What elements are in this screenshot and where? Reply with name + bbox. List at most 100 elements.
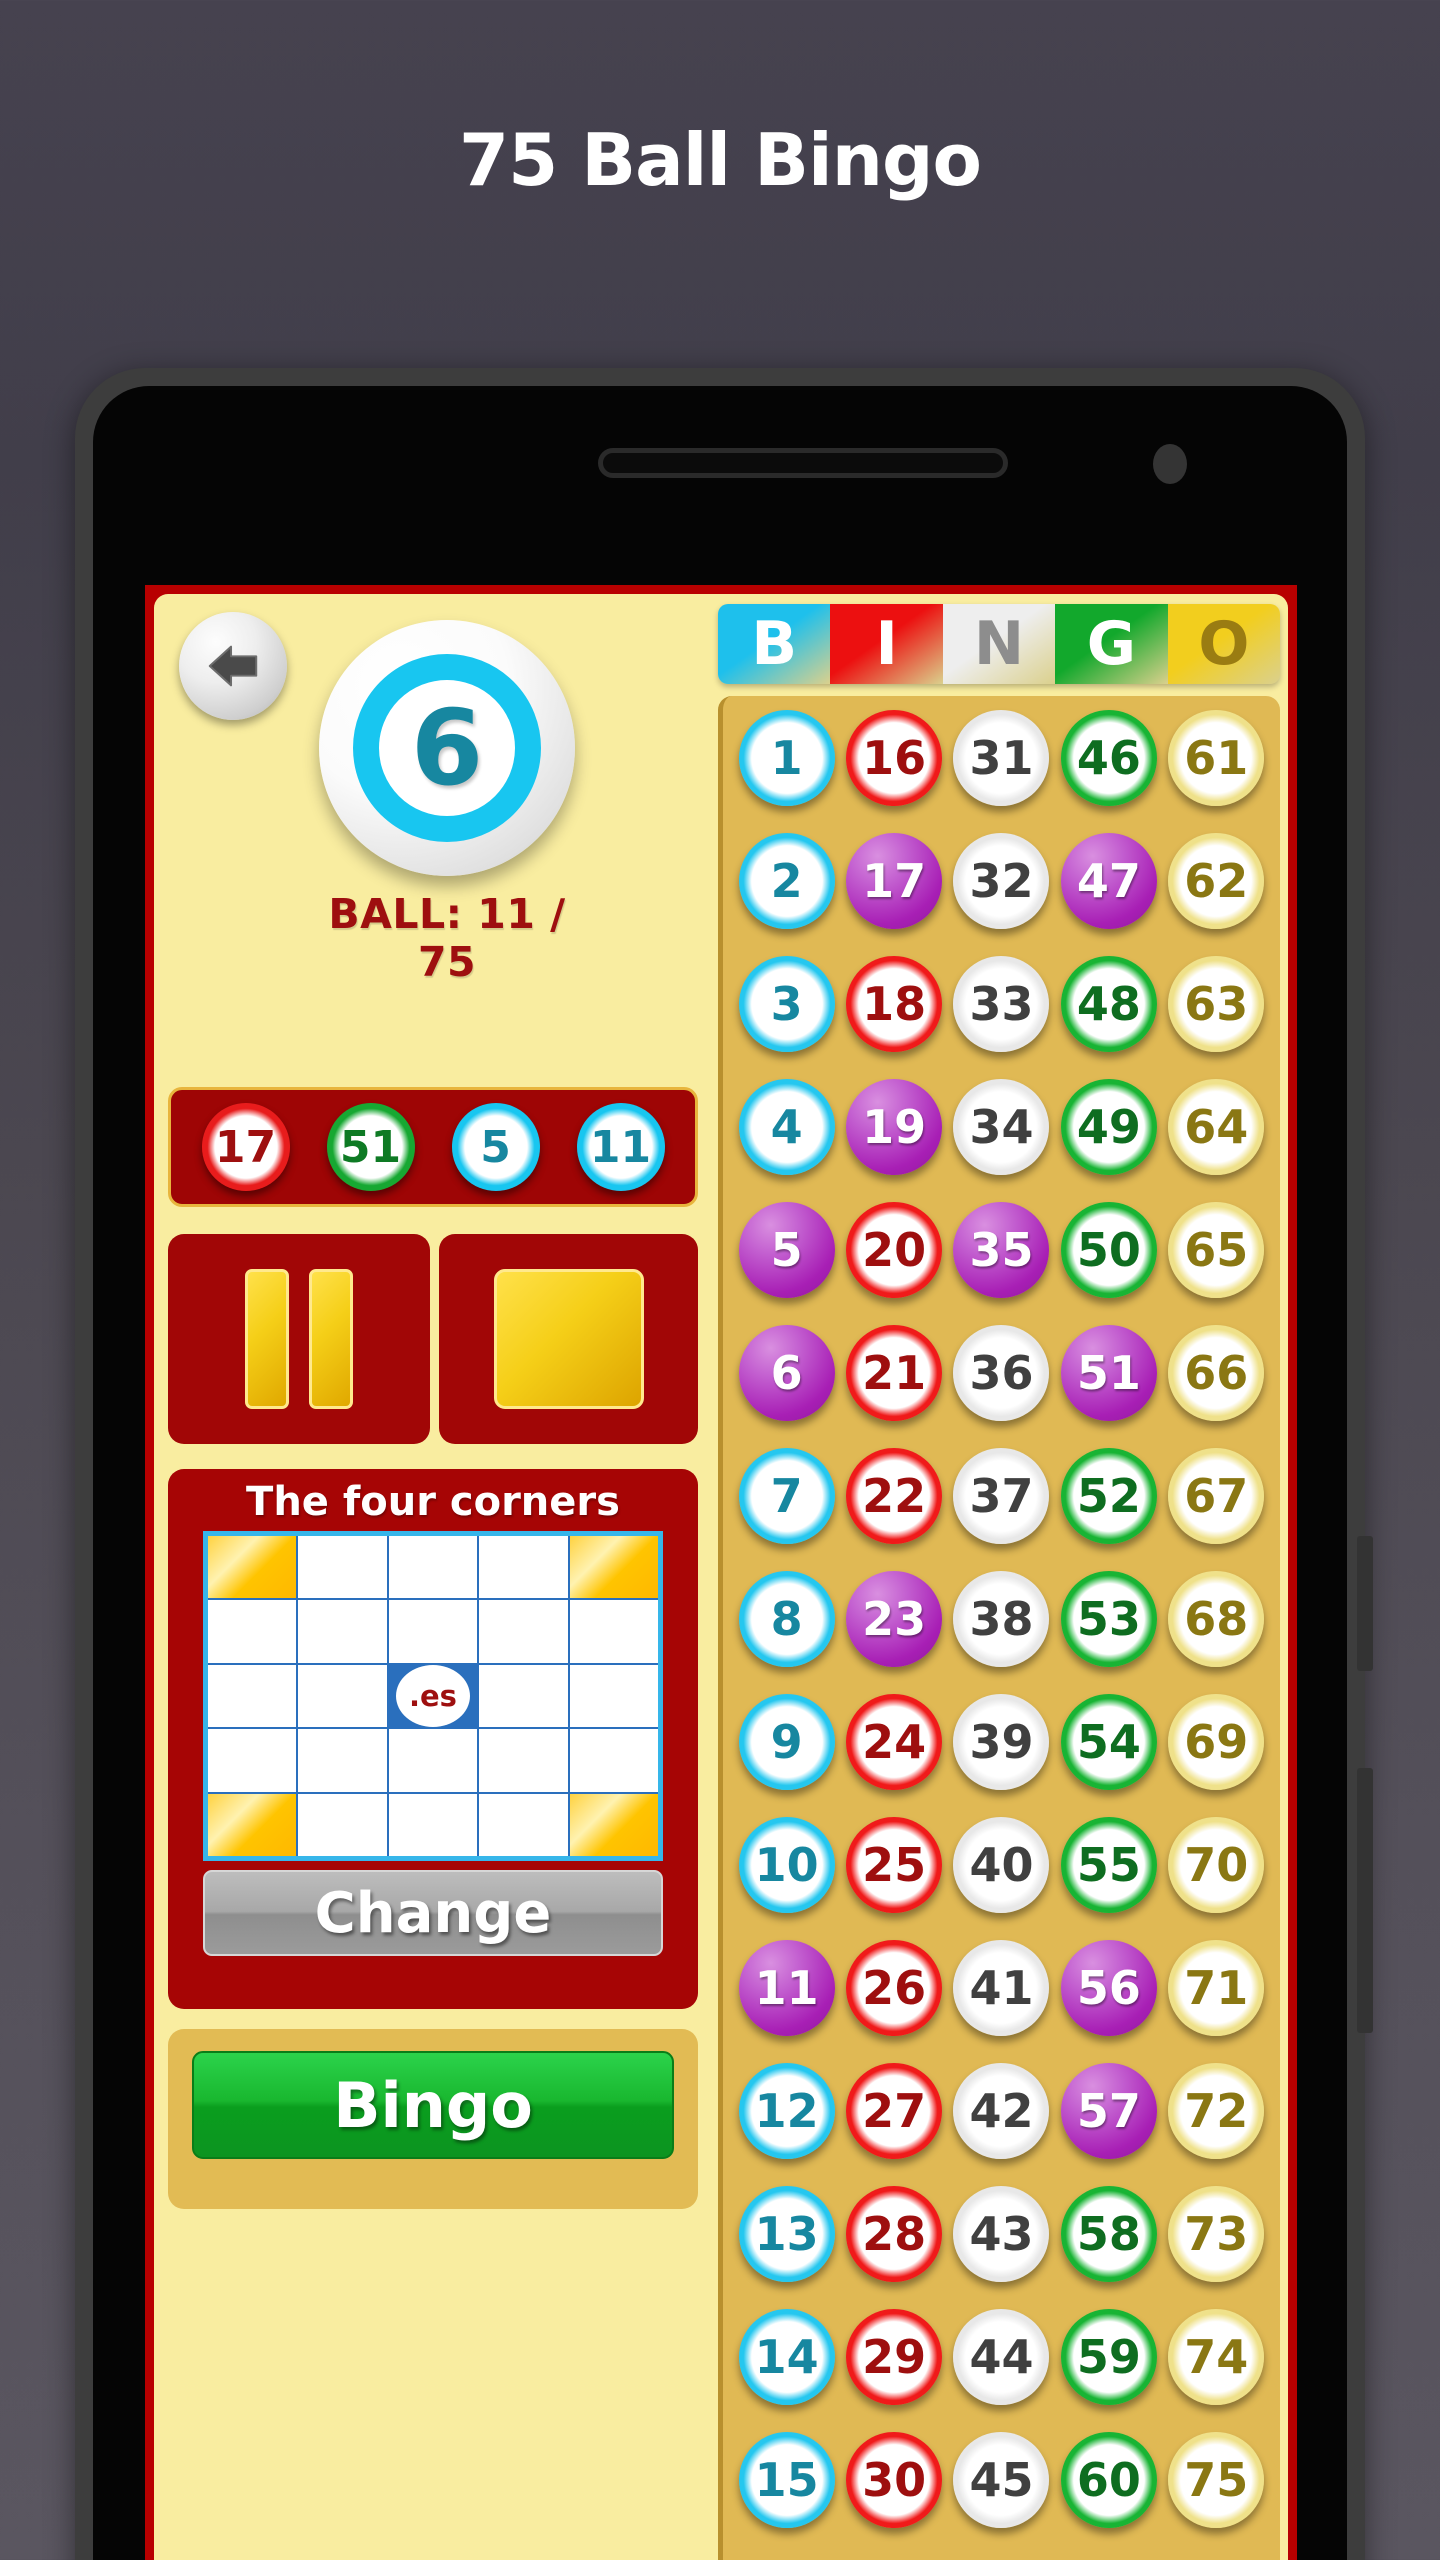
board-ball-52[interactable]: 52 bbox=[1060, 1448, 1157, 1544]
board-ball-28[interactable]: 28 bbox=[846, 2186, 943, 2282]
board-ball-47[interactable]: 47 bbox=[1060, 833, 1157, 929]
board-ball-21[interactable]: 21 bbox=[846, 1325, 943, 1421]
board-ball-71[interactable]: 71 bbox=[1168, 1940, 1265, 2036]
pattern-cell bbox=[298, 1600, 387, 1663]
pattern-cell bbox=[298, 1536, 387, 1599]
change-pattern-button[interactable]: Change bbox=[203, 1870, 663, 1956]
pattern-title: The four corners bbox=[246, 1479, 620, 1525]
board-ball-48[interactable]: 48 bbox=[1060, 956, 1157, 1052]
volume-button[interactable] bbox=[1357, 1536, 1373, 1671]
stop-button[interactable] bbox=[439, 1234, 698, 1444]
board-ball-40[interactable]: 40 bbox=[953, 1817, 1050, 1913]
board-ball-15[interactable]: 15 bbox=[738, 2432, 835, 2528]
board-ball-67[interactable]: 67 bbox=[1168, 1448, 1265, 1544]
back-button[interactable] bbox=[179, 612, 287, 720]
pattern-cell bbox=[388, 1600, 478, 1663]
board-ball-56[interactable]: 56 bbox=[1060, 1940, 1157, 2036]
board-ball-46[interactable]: 46 bbox=[1060, 710, 1157, 806]
bingo-button[interactable]: Bingo bbox=[192, 2051, 674, 2159]
board-ball-16[interactable]: 16 bbox=[846, 710, 943, 806]
board-ball-41[interactable]: 41 bbox=[953, 1940, 1050, 2036]
board-ball-45[interactable]: 45 bbox=[953, 2432, 1050, 2528]
back-arrow-icon bbox=[202, 635, 264, 697]
board-ball-2[interactable]: 2 bbox=[738, 833, 835, 929]
board-ball-70[interactable]: 70 bbox=[1168, 1817, 1265, 1913]
board-ball-42[interactable]: 42 bbox=[953, 2063, 1050, 2159]
board-ball-31[interactable]: 31 bbox=[953, 710, 1050, 806]
board-ball-10[interactable]: 10 bbox=[738, 1817, 835, 1913]
board-ball-12[interactable]: 12 bbox=[738, 2063, 835, 2159]
board-ball-59[interactable]: 59 bbox=[1060, 2309, 1157, 2405]
board-ball-19[interactable]: 19 bbox=[846, 1079, 943, 1175]
pattern-cell-marked bbox=[208, 1793, 297, 1856]
board-ball-30[interactable]: 30 bbox=[846, 2432, 943, 2528]
board-ball-5[interactable]: 5 bbox=[738, 1202, 835, 1298]
board-ball-9[interactable]: 9 bbox=[738, 1694, 835, 1790]
board-ball-35[interactable]: 35 bbox=[953, 1202, 1050, 1298]
board-ball-3[interactable]: 3 bbox=[738, 956, 835, 1052]
board-ball-65[interactable]: 65 bbox=[1168, 1202, 1265, 1298]
power-button[interactable] bbox=[1357, 1768, 1373, 2033]
board-ball-51[interactable]: 51 bbox=[1060, 1325, 1157, 1421]
board-ball-73[interactable]: 73 bbox=[1168, 2186, 1265, 2282]
board-ball-55[interactable]: 55 bbox=[1060, 1817, 1157, 1913]
pattern-cell bbox=[479, 1600, 568, 1663]
board-ball-62[interactable]: 62 bbox=[1168, 833, 1265, 929]
board-ball-25[interactable]: 25 bbox=[846, 1817, 943, 1913]
board-ball-8[interactable]: 8 bbox=[738, 1571, 835, 1667]
board-ball-13[interactable]: 13 bbox=[738, 2186, 835, 2282]
board-ball-32[interactable]: 32 bbox=[953, 833, 1050, 929]
ball-counter: BALL: 11 / 75 bbox=[328, 890, 566, 986]
current-ball-number: 6 bbox=[353, 654, 541, 842]
left-panel: 6 BALL: 11 / 75 17 51 5 11 The four corners… bbox=[154, 594, 712, 2560]
recent-ball: 51 bbox=[326, 1103, 415, 1191]
board-ball-68[interactable]: 68 bbox=[1168, 1571, 1265, 1667]
pattern-cell-marked bbox=[569, 1536, 658, 1599]
board-ball-38[interactable]: 38 bbox=[953, 1571, 1050, 1667]
board-ball-17[interactable]: 17 bbox=[846, 833, 943, 929]
board-ball-14[interactable]: 14 bbox=[738, 2309, 835, 2405]
right-panel: BINGO 1 16 31 46 61 2 17 32 47 62 3 18 33 48 63 4 19 34 49… bbox=[712, 594, 1288, 2560]
board-ball-69[interactable]: 69 bbox=[1168, 1694, 1265, 1790]
board-ball-37[interactable]: 37 bbox=[953, 1448, 1050, 1544]
board-ball-33[interactable]: 33 bbox=[953, 956, 1050, 1052]
board-ball-74[interactable]: 74 bbox=[1168, 2309, 1265, 2405]
board-ball-60[interactable]: 60 bbox=[1060, 2432, 1157, 2528]
board-ball-58[interactable]: 58 bbox=[1060, 2186, 1157, 2282]
board-ball-63[interactable]: 63 bbox=[1168, 956, 1265, 1052]
board-ball-75[interactable]: 75 bbox=[1168, 2432, 1265, 2528]
board-ball-54[interactable]: 54 bbox=[1060, 1694, 1157, 1790]
pause-button[interactable] bbox=[168, 1234, 430, 1444]
board-ball-4[interactable]: 4 bbox=[738, 1079, 835, 1175]
board-ball-57[interactable]: 57 bbox=[1060, 2063, 1157, 2159]
board-ball-50[interactable]: 50 bbox=[1060, 1202, 1157, 1298]
recent-ball: 17 bbox=[201, 1103, 290, 1191]
board-ball-29[interactable]: 29 bbox=[846, 2309, 943, 2405]
board-ball-39[interactable]: 39 bbox=[953, 1694, 1050, 1790]
board-ball-1[interactable]: 1 bbox=[738, 710, 835, 806]
pattern-cell bbox=[479, 1536, 568, 1599]
board-ball-27[interactable]: 27 bbox=[846, 2063, 943, 2159]
board-ball-18[interactable]: 18 bbox=[846, 956, 943, 1052]
bingo-column-headers: BINGO bbox=[718, 604, 1280, 684]
board-ball-66[interactable]: 66 bbox=[1168, 1325, 1265, 1421]
board-ball-61[interactable]: 61 bbox=[1168, 710, 1265, 806]
page-title: 75 Ball Bingo bbox=[459, 118, 982, 202]
board-ball-49[interactable]: 49 bbox=[1060, 1079, 1157, 1175]
board-ball-20[interactable]: 20 bbox=[846, 1202, 943, 1298]
board-ball-36[interactable]: 36 bbox=[953, 1325, 1050, 1421]
board-ball-53[interactable]: 53 bbox=[1060, 1571, 1157, 1667]
board-ball-23[interactable]: 23 bbox=[846, 1571, 943, 1667]
board-ball-43[interactable]: 43 bbox=[953, 2186, 1050, 2282]
board-ball-72[interactable]: 72 bbox=[1168, 2063, 1265, 2159]
board-ball-24[interactable]: 24 bbox=[846, 1694, 943, 1790]
board-ball-7[interactable]: 7 bbox=[738, 1448, 835, 1544]
board-ball-11[interactable]: 11 bbox=[738, 1940, 835, 2036]
board-ball-64[interactable]: 64 bbox=[1168, 1079, 1265, 1175]
board-ball-34[interactable]: 34 bbox=[953, 1079, 1050, 1175]
board-ball-26[interactable]: 26 bbox=[846, 1940, 943, 2036]
pattern-cell bbox=[569, 1600, 658, 1663]
board-ball-6[interactable]: 6 bbox=[738, 1325, 835, 1421]
board-ball-44[interactable]: 44 bbox=[953, 2309, 1050, 2405]
board-ball-22[interactable]: 22 bbox=[846, 1448, 943, 1544]
